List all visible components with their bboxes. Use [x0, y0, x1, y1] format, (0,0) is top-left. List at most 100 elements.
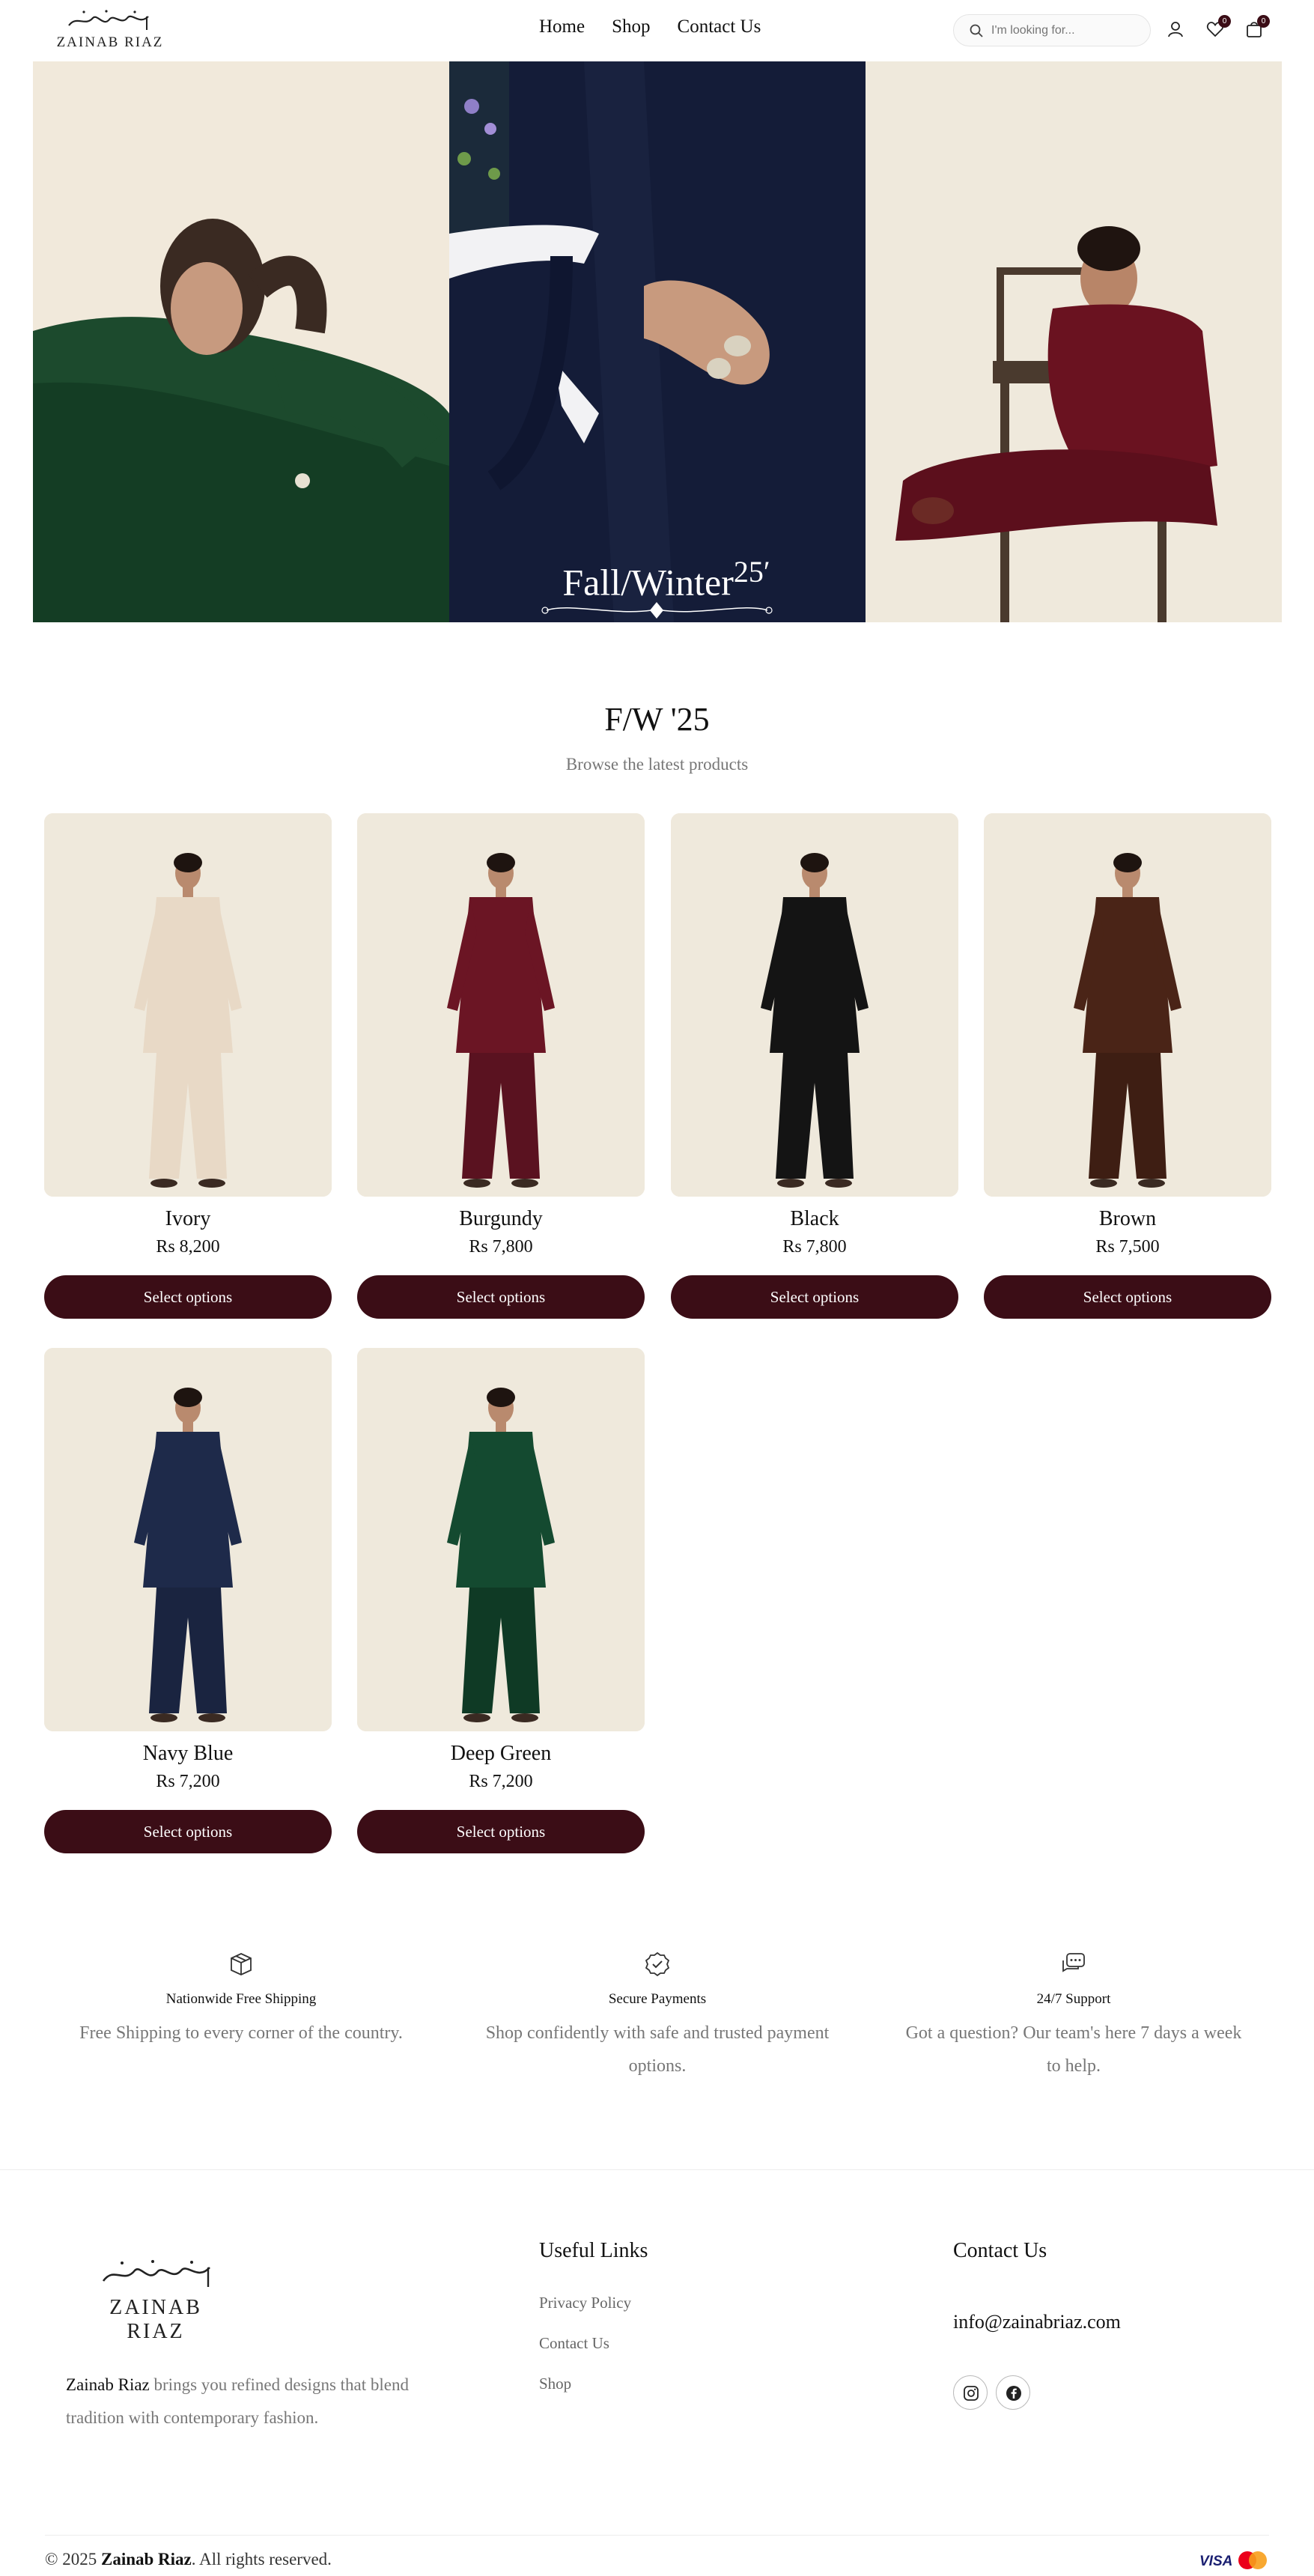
logo-name: ZAINAB RIAZ — [56, 34, 164, 50]
collection-subtitle: Browse the latest products — [565, 755, 749, 774]
main-nav: Home Shop Contact Us — [539, 16, 761, 37]
chat-icon — [1062, 1953, 1085, 1972]
product-price: Rs 7,800 — [782, 1237, 847, 1257]
copyright: © 2025 Zainab Riaz. All rights reserved. — [45, 2550, 332, 2569]
product-name[interactable]: Burgundy — [357, 1207, 645, 1231]
hero-ornament — [541, 602, 773, 619]
select-options-button[interactable]: Select options — [984, 1275, 1271, 1319]
product-card[interactable]: Ivory Rs 8,200 Select options — [44, 813, 332, 1322]
hero-banner[interactable] — [33, 61, 1282, 622]
product-image[interactable] — [44, 813, 332, 1197]
facebook-link[interactable] — [996, 2375, 1030, 2410]
footer-about-brand: Zainab Riaz — [66, 2375, 150, 2394]
nav-home[interactable]: Home — [539, 16, 585, 37]
feature-desc: Shop confidently with safe and trusted p… — [485, 2023, 830, 2076]
payment-icons: VISA — [1199, 2551, 1267, 2569]
product-card[interactable]: Brown Rs 7,500 Select options — [984, 813, 1271, 1322]
contact-heading: Contact Us — [953, 2239, 1047, 2262]
select-options-button[interactable]: Select options — [357, 1275, 645, 1319]
hero-panel-navy — [449, 61, 866, 622]
hero-image-green — [33, 61, 449, 622]
site-header: ZAINAB RIAZ Home Shop Contact Us 0 0 — [0, 0, 1314, 61]
useful-links-heading: Useful Links — [539, 2239, 648, 2262]
badge-check-icon — [645, 1951, 670, 1977]
logo-script-mark — [102, 2260, 210, 2287]
select-options-button[interactable]: Select options — [44, 1275, 332, 1319]
logo-script-mark — [68, 10, 149, 30]
hero-year-tick: ′ — [763, 555, 770, 589]
hero-panel-burgundy — [866, 61, 1282, 622]
footer-logo-name: ZAINAB RIAZ — [109, 2296, 202, 2343]
model-figure — [671, 813, 958, 1197]
product-image[interactable] — [357, 1348, 645, 1731]
select-options-button[interactable]: Select options — [671, 1275, 958, 1319]
product-price: Rs 7,500 — [1095, 1237, 1160, 1257]
copyright-prefix: © 2025 — [45, 2550, 101, 2569]
product-image[interactable] — [44, 1348, 332, 1731]
product-card[interactable]: Navy Blue Rs 7,200 Select options — [44, 1348, 332, 1857]
feature-desc: Free Shipping to every corner of the cou… — [79, 2023, 403, 2043]
search-box[interactable] — [953, 14, 1151, 46]
wishlist-button[interactable]: 0 — [1205, 15, 1231, 39]
hero-title-text: Fall/Winter — [562, 561, 734, 604]
copyright-brand: Zainab Riaz — [100, 2550, 192, 2569]
product-price: Rs 8,200 — [156, 1237, 220, 1257]
hero-year: 25 — [733, 555, 764, 589]
feature-title: Secure Payments — [608, 1991, 707, 2007]
product-image[interactable] — [357, 813, 645, 1197]
product-card[interactable]: Burgundy Rs 7,800 Select options — [357, 813, 645, 1322]
product-price: Rs 7,200 — [469, 1772, 533, 1791]
cart-button[interactable]: 0 — [1244, 15, 1270, 39]
wishlist-count-badge: 0 — [1218, 15, 1231, 28]
nav-shop[interactable]: Shop — [612, 16, 650, 37]
collection-title: F/W '25 — [604, 701, 710, 738]
product-card[interactable]: Deep Green Rs 7,200 Select options — [357, 1348, 645, 1857]
footer-divider — [0, 2169, 1314, 2170]
feature-payments: Secure Payments Shop confidently with sa… — [449, 1951, 866, 2083]
feature-title: 24/7 Support — [1036, 1991, 1111, 2007]
search-icon — [970, 24, 983, 37]
hero-image-burgundy — [866, 61, 1282, 622]
footer-link-shop[interactable]: Shop — [539, 2375, 571, 2393]
nav-contact-us[interactable]: Contact Us — [678, 16, 761, 37]
contact-email[interactable]: info@zainabriaz.com — [953, 2311, 1121, 2333]
user-icon — [1168, 22, 1183, 37]
footer-bottom-divider — [45, 2535, 1269, 2536]
product-image[interactable] — [984, 813, 1271, 1197]
account-button[interactable] — [1166, 19, 1185, 39]
hero-image-navy — [449, 61, 866, 622]
footer-about: Zainab Riaz brings you refined designs t… — [66, 2369, 418, 2434]
search-input[interactable] — [991, 22, 1141, 40]
product-name[interactable]: Black — [671, 1207, 958, 1231]
hero-title: Fall/Winter25′ — [562, 554, 771, 604]
model-figure — [44, 1348, 332, 1731]
product-card[interactable]: Black Rs 7,800 Select options — [671, 813, 958, 1322]
visa-icon: VISA — [1199, 2554, 1232, 2569]
site-logo[interactable]: ZAINAB RIAZ — [54, 6, 166, 55]
product-name[interactable]: Ivory — [44, 1207, 332, 1231]
footer-link-contact-us[interactable]: Contact Us — [539, 2334, 609, 2353]
model-figure — [357, 813, 645, 1197]
product-name[interactable]: Brown — [984, 1207, 1271, 1231]
product-price: Rs 7,800 — [469, 1237, 533, 1257]
product-price: Rs 7,200 — [156, 1772, 220, 1791]
facebook-icon — [1006, 2386, 1021, 2401]
product-image[interactable] — [671, 813, 958, 1197]
model-figure — [44, 813, 332, 1197]
footer-logo[interactable]: ZAINAB RIAZ — [81, 2254, 231, 2344]
model-figure — [984, 813, 1271, 1197]
cart-count-badge: 0 — [1257, 15, 1270, 28]
select-options-button[interactable]: Select options — [357, 1810, 645, 1853]
feature-desc: Got a question? Our team's here 7 days a… — [905, 2023, 1242, 2076]
select-options-button[interactable]: Select options — [44, 1810, 332, 1853]
product-name[interactable]: Navy Blue — [44, 1742, 332, 1766]
box-icon — [231, 1953, 252, 1975]
instagram-icon — [964, 2386, 979, 2401]
footer-link-privacy-policy[interactable]: Privacy Policy — [539, 2294, 631, 2312]
instagram-link[interactable] — [953, 2375, 988, 2410]
product-name[interactable]: Deep Green — [357, 1742, 645, 1766]
feature-shipping: Nationwide Free Shipping Free Shipping t… — [33, 1951, 449, 2050]
copyright-suffix: . All rights reserved. — [191, 2550, 332, 2569]
feature-support: 24/7 Support Got a question? Our team's … — [866, 1951, 1282, 2083]
hero-panel-green — [33, 61, 449, 622]
